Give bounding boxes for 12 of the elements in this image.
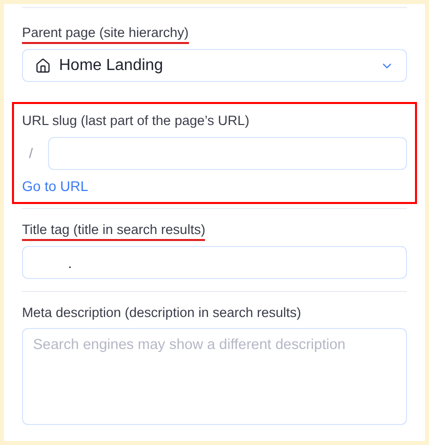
title-tag-field[interactable]: . — [22, 246, 407, 279]
field-label: Parent page (site hierarchy) — [22, 24, 189, 44]
parent-page-dropdown[interactable]: Home Landing — [22, 49, 407, 82]
slash-prefix: / — [28, 144, 34, 163]
dropdown-value: Home Landing — [59, 56, 164, 76]
url-slug-field[interactable] — [48, 137, 407, 170]
field-label: Meta description (description in search results) — [22, 304, 302, 322]
go-to-url-link[interactable]: Go to URL — [22, 176, 88, 197]
home-icon — [35, 58, 51, 74]
meta-description-field[interactable]: Search engines may show a different description — [22, 328, 407, 425]
field-label: Title tag (title in search results) — [22, 221, 206, 241]
field-label: URL slug (last part of the page’s URL) — [22, 112, 250, 130]
